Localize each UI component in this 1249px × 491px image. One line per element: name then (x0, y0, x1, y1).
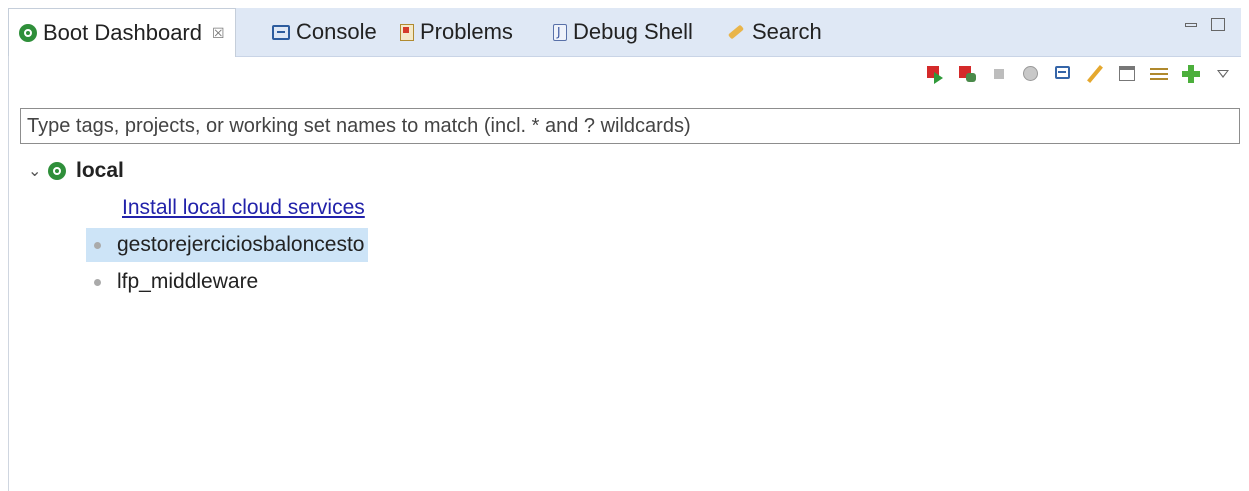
tree-node-label: local (76, 159, 124, 182)
tab-label: Boot Dashboard (43, 20, 202, 45)
minimize-icon[interactable] (1185, 22, 1197, 27)
tab-label: Problems (420, 19, 513, 44)
filter-icon[interactable] (1149, 64, 1169, 84)
tab-debug-shell[interactable]: Debug Shell (553, 8, 693, 56)
problems-icon (400, 23, 414, 41)
stop-icon[interactable] (989, 64, 1009, 84)
maximize-icon[interactable] (1211, 18, 1225, 31)
open-browser-icon[interactable] (1021, 64, 1041, 84)
tree-node-local[interactable]: ⌄ local (28, 156, 124, 186)
tab-label: Debug Shell (573, 19, 693, 44)
view-controls (1185, 18, 1225, 31)
spring-boot-icon (19, 24, 37, 42)
view-toolbar (925, 64, 1233, 84)
tab-label: Search (752, 19, 822, 44)
tab-boot-dashboard[interactable]: Boot Dashboard ☒ (8, 8, 236, 57)
chevron-down-icon[interactable]: ⌄ (28, 161, 48, 181)
filter-input[interactable] (20, 108, 1240, 144)
view-menu-icon[interactable] (1213, 64, 1233, 84)
spring-boot-icon (48, 162, 66, 180)
install-local-cloud-services-link[interactable]: Install local cloud services (122, 196, 365, 220)
console-icon (272, 24, 290, 40)
tab-search[interactable]: Search (726, 8, 822, 56)
start-icon[interactable] (925, 64, 945, 84)
app-status-icon (94, 241, 101, 249)
open-console-icon[interactable] (1053, 64, 1073, 84)
debug-shell-icon (553, 23, 567, 41)
edit-icon[interactable] (1085, 64, 1105, 84)
view-tab-bar: Boot Dashboard ☒ Console Problems Debug … (8, 8, 1241, 57)
app-row[interactable]: gestorejerciciosbaloncesto (86, 228, 369, 262)
tab-problems[interactable]: Problems (400, 8, 513, 56)
search-icon (726, 23, 746, 41)
panel-border (8, 56, 9, 491)
app-row[interactable]: lfp_middleware (86, 265, 262, 299)
tab-console[interactable]: Console (272, 8, 377, 56)
add-target-icon[interactable] (1181, 64, 1201, 84)
app-name: gestorejerciciosbaloncesto (117, 233, 365, 256)
app-status-icon (94, 278, 101, 286)
debug-icon[interactable] (957, 64, 977, 84)
tab-label: Console (296, 19, 377, 44)
app-name: lfp_middleware (117, 270, 259, 293)
close-tab-icon[interactable]: ☒ (212, 25, 225, 42)
properties-icon[interactable] (1117, 64, 1137, 84)
